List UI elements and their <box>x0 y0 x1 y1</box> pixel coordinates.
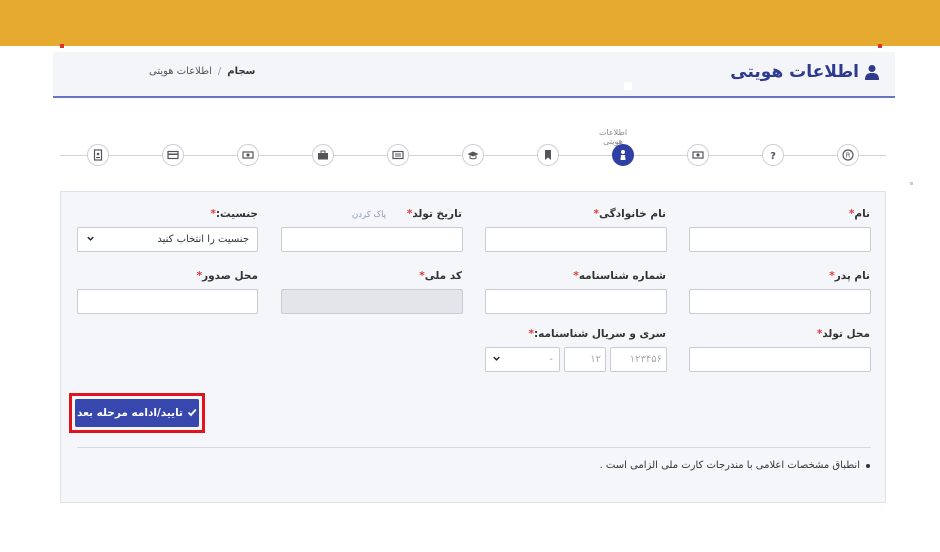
breadcrumb-current: اطلاعات هویتی <box>149 66 212 77</box>
form-divider <box>77 447 871 448</box>
question-icon[interactable]: ? <box>762 144 784 166</box>
bookmark-icon[interactable] <box>537 144 559 166</box>
serial-number-input[interactable]: ۱۲۳۴۵۶ <box>610 347 667 372</box>
gender-label: جنسیت:* <box>210 208 258 220</box>
user-icon <box>865 64 879 80</box>
submit-button[interactable]: تایید/ادامه مرحله بعد <box>75 399 199 427</box>
serial-letter-value: - <box>549 354 553 365</box>
active-step-caption: اطلاعات هویتی <box>598 128 628 146</box>
chevron-down-icon <box>86 234 95 246</box>
serial-label: سری و سریال شناسنامه:* <box>528 328 666 340</box>
red-mark <box>878 44 882 48</box>
contract-icon[interactable] <box>87 144 109 166</box>
serial-number-placeholder: ۱۲۳۴۵۶ <box>629 354 662 365</box>
breadcrumb-home[interactable]: سجام <box>227 66 255 77</box>
last-name-input[interactable] <box>485 227 667 252</box>
edge-mark <box>910 182 913 185</box>
first-name-input[interactable] <box>689 227 871 252</box>
birth-date-input[interactable] <box>281 227 463 252</box>
father-name-label: نام پدر* <box>829 270 870 282</box>
address-icon[interactable] <box>387 144 409 166</box>
issue-place-input[interactable] <box>77 289 258 314</box>
notice: انطباق مشخصات اعلامی با مندرجات کارت ملی… <box>600 460 870 471</box>
identity-icon[interactable] <box>612 144 634 166</box>
card-icon[interactable] <box>162 144 184 166</box>
money-icon[interactable] <box>687 144 709 166</box>
page-header: اطلاعات هویتی سجام / اطلاعات هویتی <box>53 52 895 98</box>
birth-place-label: محل تولد* <box>816 328 870 340</box>
svg-text:?: ? <box>770 151 776 161</box>
gender-select[interactable]: جنسیت را انتخاب کنید <box>77 227 258 252</box>
serial-digits-input[interactable]: ۱۲ <box>564 347 606 372</box>
breadcrumb-separator: / <box>217 66 222 77</box>
first-name-label: نام* <box>848 208 870 220</box>
page-title: اطلاعات هویتی <box>730 62 879 82</box>
header-mark <box>624 82 632 90</box>
serial-letter-select[interactable]: - <box>485 347 560 372</box>
national-code-input <box>281 289 463 314</box>
top-banner <box>0 0 940 46</box>
submit-button-label: تایید/ادامه مرحله بعد <box>77 407 183 419</box>
last-name-label: نام خانوادگی* <box>593 208 667 220</box>
svg-text:R: R <box>846 152 851 160</box>
id-number-input[interactable] <box>485 289 667 314</box>
birth-place-input[interactable] <box>689 347 871 372</box>
registration-icon[interactable]: R <box>837 144 859 166</box>
job-icon[interactable] <box>312 144 334 166</box>
breadcrumb: سجام / اطلاعات هویتی <box>149 66 255 77</box>
notice-text: انطباق مشخصات اعلامی با مندرجات کارت ملی… <box>599 460 860 471</box>
page-title-text: اطلاعات هویتی <box>730 62 859 82</box>
id-number-label: شماره شناسنامه* <box>573 270 666 282</box>
check-icon <box>187 407 197 420</box>
national-code-label: کد ملی* <box>419 270 462 282</box>
clear-birth-date-link[interactable]: پاک کردن <box>352 210 386 220</box>
father-name-input[interactable] <box>689 289 871 314</box>
bank-icon[interactable] <box>237 144 259 166</box>
birth-date-label: تاریخ تولد* <box>406 208 462 220</box>
education-icon[interactable] <box>462 144 484 166</box>
gender-select-value: جنسیت را انتخاب کنید <box>157 234 249 245</box>
chevron-down-icon <box>492 354 501 366</box>
serial-digits-placeholder: ۱۲ <box>590 354 601 365</box>
bullet-icon <box>866 463 870 468</box>
issue-place-label: محل صدور* <box>196 270 258 282</box>
red-mark <box>60 44 64 48</box>
